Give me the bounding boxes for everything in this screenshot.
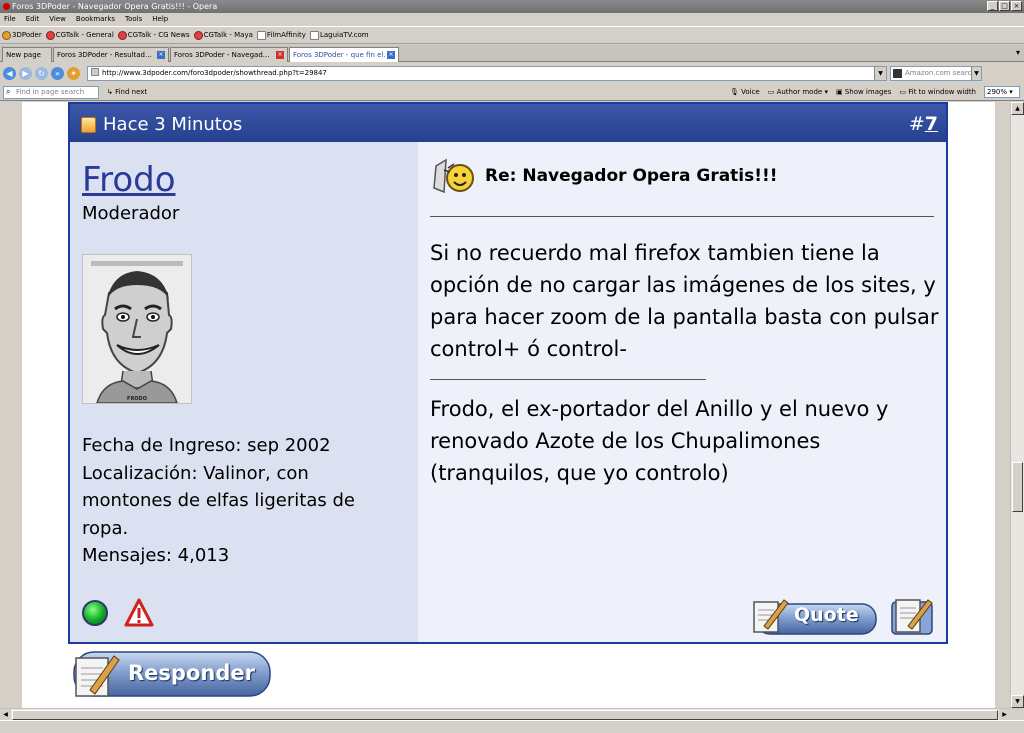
- bookmark-icon: [2, 30, 11, 40]
- opera-icon: [3, 3, 10, 10]
- opera-browser-window: Foros 3DPoder - Navegador Opera Gratis!!…: [0, 0, 1024, 733]
- find-in-page-input[interactable]: Find in page search: [3, 85, 99, 99]
- post-header: Hace 3 Minutos #7: [70, 104, 946, 142]
- show-images-button[interactable]: ▣ Show images: [836, 88, 891, 96]
- quote-button[interactable]: Quote: [750, 598, 878, 636]
- view-options: 🎙 Voice ▭ Author mode ▾ ▣ Show images ▭ …: [730, 86, 1020, 98]
- fit-width-button[interactable]: ▭ Fit to window width: [899, 88, 976, 96]
- bookmark-cgtalk-news[interactable]: CGTalk - CG News: [117, 27, 190, 43]
- horizontal-scrollbar[interactable]: ◀ ▶: [0, 708, 1010, 720]
- tab-active[interactable]: Foros 3DPoder - que fin el... ×: [289, 47, 399, 62]
- status-bar: [0, 720, 1024, 733]
- scroll-left-icon[interactable]: ◀: [0, 709, 11, 720]
- scroll-down-icon[interactable]: ▼: [1011, 695, 1024, 708]
- window-controls: _ □ ×: [987, 1, 1022, 11]
- address-field[interactable]: http://www.3dpoder.com/foro3dpoder/showt…: [87, 65, 887, 81]
- forward-icon[interactable]: ▶: [19, 66, 32, 80]
- post-number-link[interactable]: 7: [925, 113, 938, 135]
- bookmarks-bar: 3DPoder CGTalk - General CGTalk - CG New…: [0, 26, 1024, 44]
- bookmark-icon: [193, 30, 203, 40]
- menu-view[interactable]: View: [49, 13, 66, 25]
- wand-icon[interactable]: ✦: [67, 66, 80, 80]
- tab-close-icon[interactable]: ×: [387, 51, 395, 59]
- bookmark-laguiatv[interactable]: LaguiaTV.com: [309, 27, 369, 43]
- author-panel: Frodo Moderador FRODO Fecha de Ingreso: …: [70, 142, 418, 642]
- bookmark-icon: [45, 30, 55, 40]
- minimize-button[interactable]: _: [987, 1, 998, 11]
- reply-button[interactable]: Responder: [70, 650, 272, 700]
- bookmark-cgtalk-general[interactable]: CGTalk - General: [45, 27, 114, 43]
- post-text: Si no recuerdo mal firefox tambien tiene…: [430, 241, 939, 361]
- avatar: FRODO: [82, 254, 192, 404]
- location: Localización: Valinor, con montones de e…: [82, 462, 355, 539]
- message-smiley-icon: [433, 158, 474, 194]
- window-title: Foros 3DPoder - Navegador Opera Gratis!!…: [12, 2, 218, 11]
- subject-divider: [430, 216, 934, 217]
- menu-help[interactable]: Help: [152, 13, 168, 25]
- reload-icon[interactable]: ↻: [35, 66, 48, 80]
- tab-resultados[interactable]: Foros 3DPoder - Resultad... ×: [53, 47, 169, 62]
- menu-edit[interactable]: Edit: [26, 13, 40, 25]
- menu-tools[interactable]: Tools: [125, 13, 142, 25]
- bookmark-filmaffinity[interactable]: FilmAffinity: [256, 27, 306, 43]
- zoom-select[interactable]: 290% ▾: [984, 86, 1020, 98]
- bookmark-3dpoder[interactable]: 3DPoder: [2, 27, 42, 43]
- avatar-caption: FRODO: [127, 396, 147, 402]
- maximize-button[interactable]: □: [999, 1, 1010, 11]
- tab-new-page[interactable]: New page: [2, 47, 52, 62]
- voice-button[interactable]: 🎙 Voice: [730, 88, 760, 96]
- address-dropdown-icon[interactable]: ▼: [874, 66, 886, 80]
- reply-label: Responder: [128, 661, 255, 685]
- quote-label: Quote: [794, 604, 859, 626]
- fast-forward-icon[interactable]: »: [51, 66, 64, 80]
- bookmark-icon: [309, 30, 319, 40]
- bookmark-cgtalk-maya[interactable]: CGTalk - Maya: [193, 27, 253, 43]
- post-body: Si no recuerdo mal firefox tambien tiene…: [430, 237, 940, 489]
- edit-post-icon[interactable]: [888, 596, 936, 636]
- scroll-up-icon[interactable]: ▲: [1011, 102, 1024, 115]
- post-subject: Re: Navegador Opera Gratis!!!: [485, 166, 778, 186]
- report-warning-icon[interactable]: [124, 598, 154, 628]
- post-count: Mensajes: 4,013: [82, 545, 230, 566]
- menu-file[interactable]: File: [4, 13, 16, 25]
- address-toolbar: ◀ ▶ ↻ » ✦ http://www.3dpoder.com/foro3dp…: [0, 63, 1024, 83]
- author-details: Fecha de Ingreso: sep 2002 Localización:…: [82, 432, 402, 570]
- post-doc-icon: [81, 117, 96, 133]
- tab-bar: New page Foros 3DPoder - Resultad... × Fo…: [0, 45, 1024, 62]
- forum-post: Hace 3 Minutos #7 Frodo Moderador FRODO …: [68, 102, 948, 644]
- post-signature: Frodo, el ex-portador del Anillo y el nu…: [430, 397, 889, 485]
- tab-navegador[interactable]: Foros 3DPoder - Navegad... ×: [170, 47, 288, 62]
- page-viewport: Hace 3 Minutos #7 Frodo Moderador FRODO …: [0, 102, 1010, 708]
- title-bar: Foros 3DPoder - Navegador Opera Gratis!!…: [0, 0, 1024, 13]
- post-time: Hace 3 Minutos: [103, 114, 243, 135]
- tab-menu-icon[interactable]: ▾: [1016, 48, 1020, 57]
- author-mode-button[interactable]: ▭ Author mode ▾: [768, 88, 828, 96]
- author-rank: Moderador: [82, 203, 180, 224]
- vertical-scrollbar[interactable]: ▲ ▼: [1010, 102, 1024, 708]
- message-panel: Re: Navegador Opera Gratis!!! Si no recu…: [418, 142, 946, 642]
- author-name-link[interactable]: Frodo: [82, 160, 176, 200]
- signature-divider: [430, 379, 706, 380]
- bookmark-icon: [256, 30, 266, 40]
- tab-close-icon[interactable]: ×: [276, 51, 284, 59]
- vertical-scroll-thumb[interactable]: [1012, 462, 1023, 512]
- bookmark-icon: [117, 30, 127, 40]
- find-next-button[interactable]: ↳ Find next: [107, 88, 147, 96]
- menu-bookmarks[interactable]: Bookmarks: [76, 13, 115, 25]
- close-window-button[interactable]: ×: [1011, 1, 1022, 11]
- horizontal-scroll-thumb[interactable]: [12, 710, 998, 720]
- page-icon: [91, 67, 99, 76]
- join-date: Fecha de Ingreso: sep 2002: [82, 435, 331, 456]
- avatar-face-icon: [83, 255, 191, 404]
- menu-bar: File Edit View Bookmarks Tools Help: [0, 13, 1024, 25]
- search-dropdown-icon[interactable]: ▼: [971, 66, 981, 80]
- scroll-right-icon[interactable]: ▶: [999, 709, 1010, 720]
- tab-close-icon[interactable]: ×: [157, 51, 165, 59]
- find-toolbar: Find in page search ↳ Find next 🎙 Voice …: [0, 84, 1024, 101]
- post-number[interactable]: #7: [909, 113, 938, 135]
- search-field[interactable]: Amazon.com search ▼: [890, 65, 982, 81]
- back-icon[interactable]: ◀: [3, 66, 16, 80]
- online-status-icon: [82, 600, 108, 626]
